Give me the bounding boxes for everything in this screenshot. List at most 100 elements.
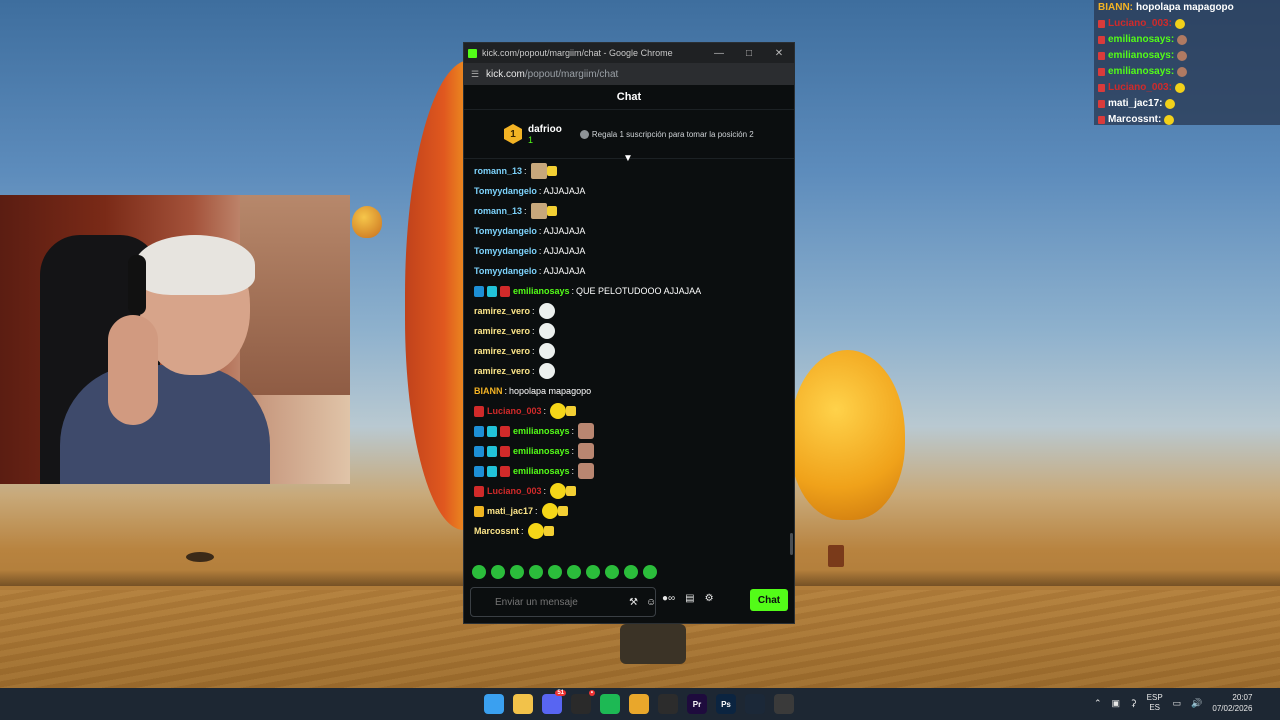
send-chat-button[interactable]: Chat bbox=[750, 589, 788, 611]
ghost-emote-icon[interactable] bbox=[538, 343, 555, 359]
thumbs-up-emote-icon[interactable] bbox=[566, 406, 577, 416]
microphone-tray-icon[interactable]: ⚳ bbox=[1130, 698, 1137, 709]
format-text-icon[interactable]: ⚒ bbox=[629, 597, 638, 608]
chrome-icon[interactable] bbox=[629, 694, 649, 714]
thumbs-up-emote-icon[interactable] bbox=[557, 506, 568, 516]
gift-icon bbox=[579, 129, 589, 139]
ghost-emote-icon[interactable] bbox=[538, 323, 555, 339]
tray-app-icon[interactable]: ▣ bbox=[1112, 698, 1121, 709]
kick-logo-icon bbox=[468, 48, 477, 58]
user-badge-icon bbox=[500, 465, 510, 477]
file-explorer-icon[interactable] bbox=[513, 694, 533, 714]
overlay-badge-icon bbox=[1098, 84, 1105, 92]
url-domain: kick.com bbox=[486, 68, 525, 80]
chat-username[interactable]: ramirez_vero bbox=[474, 366, 530, 376]
network-icon[interactable]: ▭ bbox=[1173, 698, 1182, 709]
user-badge-icon bbox=[474, 285, 484, 297]
chat-username[interactable]: Marcossnt bbox=[474, 526, 519, 536]
chat-username[interactable]: ramirez_vero bbox=[474, 326, 530, 336]
quick-emote[interactable] bbox=[472, 565, 486, 579]
language-sub: ES bbox=[1149, 703, 1160, 712]
emoji-icon[interactable]: ☺ bbox=[646, 597, 656, 608]
quick-emote[interactable] bbox=[624, 565, 638, 579]
chat-username[interactable]: emilianosays bbox=[513, 286, 570, 296]
thumbs-up-emote-icon[interactable] bbox=[566, 486, 577, 496]
lol-emote-icon[interactable] bbox=[527, 523, 544, 539]
chat-username[interactable]: emilianosays bbox=[513, 446, 570, 456]
ghost-emote-icon[interactable] bbox=[538, 303, 555, 319]
site-info-icon[interactable]: ☰ bbox=[470, 69, 480, 80]
user-badge-icon bbox=[487, 425, 497, 437]
chat-username[interactable]: romann_13 bbox=[474, 206, 522, 216]
store-icon[interactable]: ▤ bbox=[685, 593, 694, 604]
quick-emote[interactable] bbox=[548, 565, 562, 579]
windows-start-icon[interactable] bbox=[484, 694, 504, 714]
cat-emote-icon[interactable] bbox=[530, 203, 547, 219]
chat-username[interactable]: emilianosays bbox=[513, 466, 570, 476]
premiere-icon[interactable]: Pr bbox=[687, 694, 707, 714]
lol-emote-icon[interactable] bbox=[541, 503, 558, 519]
chat-username[interactable]: ramirez_vero bbox=[474, 306, 530, 316]
chat-username[interactable]: mati_jac17 bbox=[487, 506, 533, 516]
gift-leaderboard[interactable]: 1 dafrioo 1 Regala 1 suscripción para to… bbox=[464, 110, 794, 159]
language-code: ESP bbox=[1146, 693, 1163, 702]
chat-message: mati_jac17: bbox=[464, 501, 794, 521]
user-badge-icon bbox=[500, 285, 510, 297]
thumbs-up-emote-icon[interactable] bbox=[546, 166, 557, 176]
lol-emote-icon[interactable] bbox=[550, 483, 567, 499]
obs-icon[interactable]: • bbox=[571, 690, 595, 714]
quick-emote[interactable] bbox=[529, 565, 543, 579]
message-input[interactable] bbox=[493, 595, 629, 609]
chat-colon: : bbox=[524, 206, 527, 216]
settings-gear-icon[interactable]: ⚙ bbox=[705, 593, 714, 604]
chat-username[interactable]: romann_13 bbox=[474, 166, 522, 176]
thumbs-up-emote-icon[interactable] bbox=[546, 206, 557, 216]
gifter-name[interactable]: dafrioo bbox=[528, 124, 562, 135]
discord-icon[interactable]: 51 bbox=[542, 690, 566, 714]
steam-icon[interactable] bbox=[745, 694, 765, 714]
channel-points-icon[interactable]: ●∞ bbox=[662, 593, 675, 604]
lol-emote-icon[interactable] bbox=[550, 403, 567, 419]
chat-username[interactable]: Tomyydangelo bbox=[474, 186, 537, 196]
clock[interactable]: 20:07 07/02/2026 bbox=[1212, 692, 1252, 714]
chat-message: romann_13: bbox=[464, 161, 794, 181]
chat-scrollbar[interactable] bbox=[790, 533, 793, 555]
quick-emote[interactable] bbox=[567, 565, 581, 579]
gift-prompt: Regala 1 suscripción para tomar la posic… bbox=[579, 129, 754, 139]
app-icon[interactable] bbox=[658, 694, 678, 714]
maximize-icon[interactable]: □ bbox=[734, 48, 764, 59]
chat-username[interactable]: ramirez_vero bbox=[474, 346, 530, 356]
face-emote-icon[interactable] bbox=[578, 423, 595, 439]
quick-emote[interactable] bbox=[586, 565, 600, 579]
face-emote-icon[interactable] bbox=[578, 443, 595, 459]
chat-username[interactable]: Tomyydangelo bbox=[474, 266, 537, 276]
chat-username[interactable]: Tomyydangelo bbox=[474, 226, 537, 236]
address-bar[interactable]: ☰ kick.com/popout/margiim/chat bbox=[464, 63, 794, 85]
quick-emote[interactable] bbox=[605, 565, 619, 579]
quick-emote[interactable] bbox=[510, 565, 524, 579]
photoshop-icon[interactable]: Ps bbox=[716, 694, 736, 714]
chat-username[interactable]: emilianosays bbox=[513, 426, 570, 436]
ghost-emote-icon[interactable] bbox=[538, 363, 555, 379]
face-emote-icon[interactable] bbox=[578, 463, 595, 479]
close-icon[interactable]: ✕ bbox=[764, 48, 794, 59]
language-indicator[interactable]: ESP ES bbox=[1147, 693, 1163, 713]
minimize-icon[interactable]: — bbox=[704, 48, 734, 59]
chat-username[interactable]: Luciano_003 bbox=[487, 406, 542, 416]
quick-emote[interactable] bbox=[491, 565, 505, 579]
chat-colon: : bbox=[543, 486, 547, 496]
chat-username[interactable]: Luciano_003 bbox=[487, 486, 542, 496]
app-icon-2[interactable] bbox=[774, 694, 794, 714]
volume-icon[interactable]: 🔊 bbox=[1191, 698, 1202, 709]
chat-messages[interactable]: romann_13: Tomyydangelo: AJJAJAJA romann_1… bbox=[464, 161, 794, 557]
thumbs-up-emote-icon[interactable] bbox=[543, 526, 554, 536]
chat-username[interactable]: Tomyydangelo bbox=[474, 246, 537, 256]
spotify-icon[interactable] bbox=[600, 694, 620, 714]
show-hidden-icons-icon[interactable]: ⌃ bbox=[1094, 698, 1102, 709]
cat-emote-icon[interactable] bbox=[530, 163, 547, 179]
notification-badge: 51 bbox=[555, 690, 566, 696]
message-composer[interactable]: ⚒ ☺ bbox=[470, 587, 656, 617]
chat-message: emilianosays: bbox=[464, 441, 794, 461]
quick-emote[interactable] bbox=[643, 565, 657, 579]
chat-username[interactable]: BIANN bbox=[474, 386, 503, 396]
